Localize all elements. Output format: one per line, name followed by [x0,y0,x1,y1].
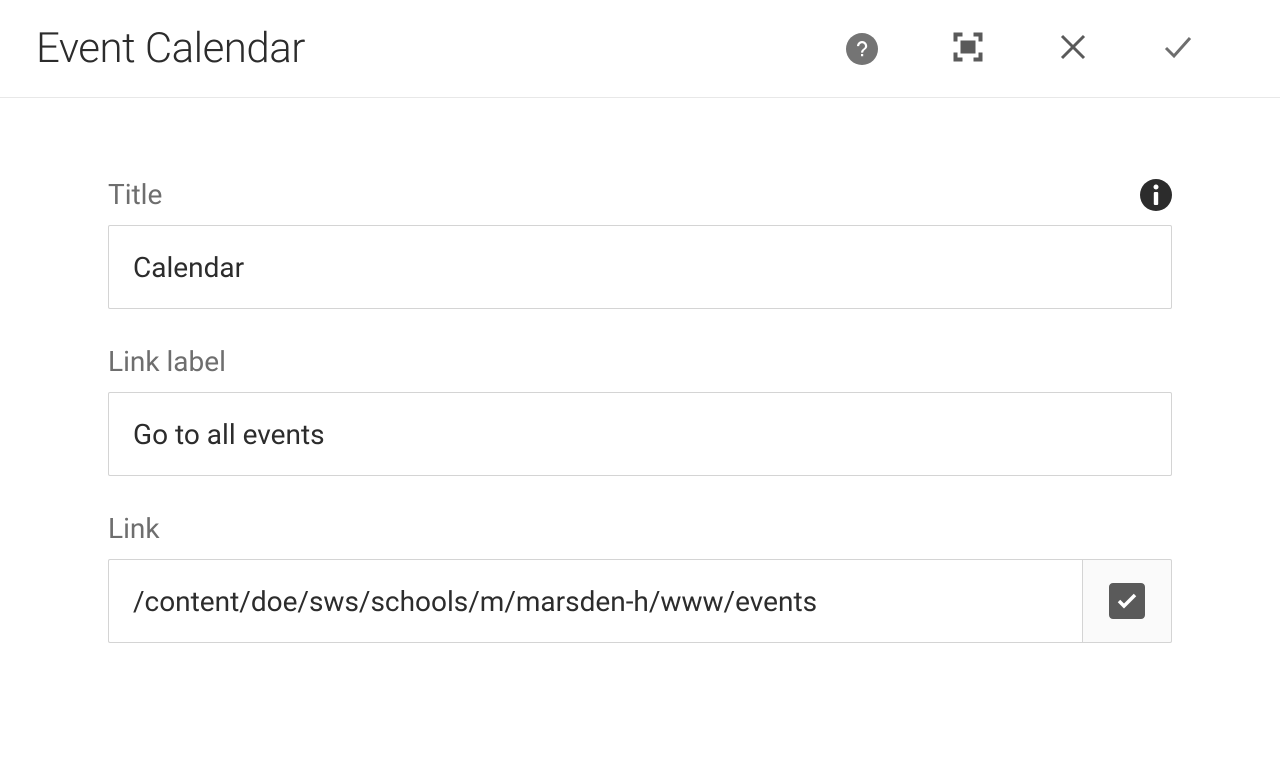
link-label-row: Link [108,512,1172,545]
dialog-title: Event Calendar [36,24,305,73]
help-icon [846,33,878,65]
link-picker-button[interactable] [1082,559,1172,643]
confirm-button[interactable] [1160,29,1196,68]
checkbox-icon [1109,583,1145,619]
title-label: Title [108,178,162,211]
link-field: Link [108,512,1172,643]
title-input[interactable] [108,225,1172,309]
close-button[interactable] [1058,32,1088,65]
link-label-label: Link label [108,345,226,378]
dialog-content: Title Link label Link [0,98,1280,719]
fullscreen-icon [950,29,986,68]
fullscreen-button[interactable] [950,29,986,68]
link-label: Link [108,512,160,545]
link-input[interactable] [108,559,1082,643]
header-actions [846,29,1244,68]
title-label-row: Title [108,178,1172,211]
help-button[interactable] [846,33,878,65]
link-label-label-row: Link label [108,345,1172,378]
close-icon [1058,32,1088,65]
link-label-input[interactable] [108,392,1172,476]
link-input-row [108,559,1172,643]
title-field: Title [108,178,1172,309]
dialog-header: Event Calendar [0,0,1280,98]
check-icon [1160,29,1196,68]
dialog: Event Calendar [0,0,1280,719]
info-icon[interactable] [1140,179,1172,211]
link-label-field: Link label [108,345,1172,476]
